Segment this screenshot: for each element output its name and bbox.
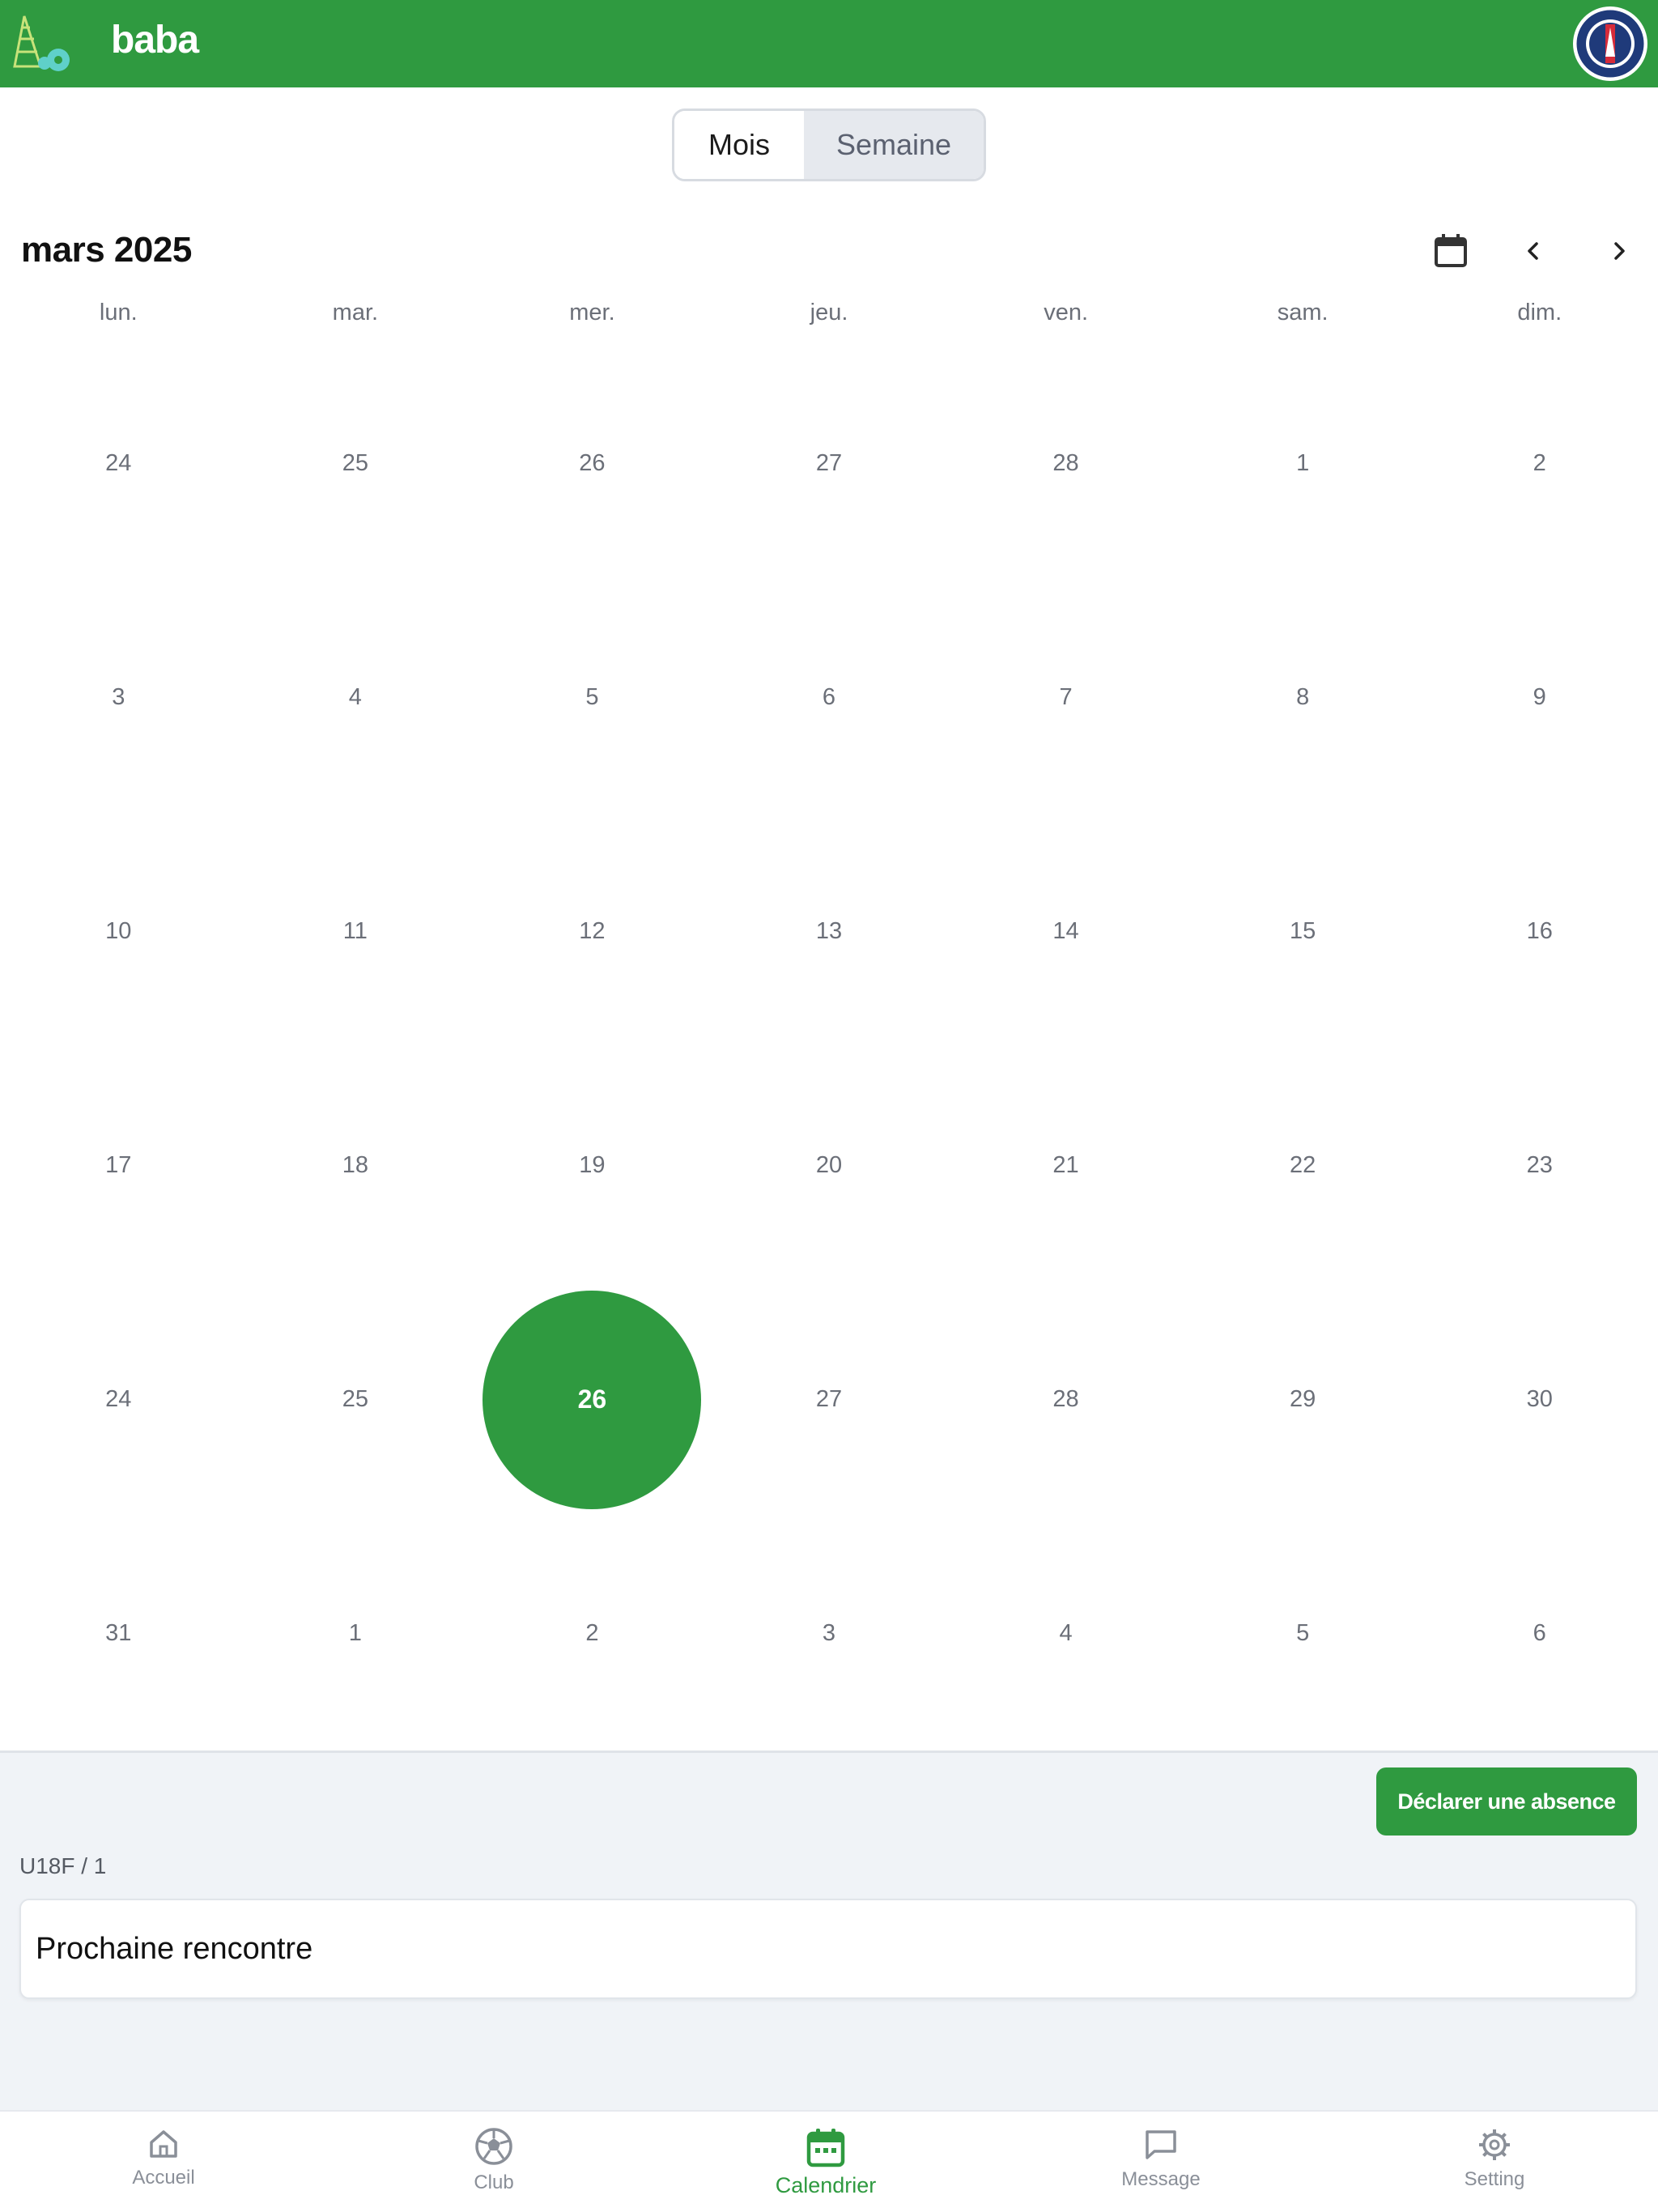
net-and-football-logo-icon [13, 15, 70, 71]
football-icon [475, 2128, 512, 2165]
calendar-day-today[interactable]: 26 [474, 1283, 711, 1516]
chevron-right-icon [1614, 242, 1625, 260]
today-day-number: 26 [577, 1385, 607, 1414]
weekday-label: jeu. [810, 300, 848, 325]
nav-item-accueil[interactable]: Accueil [83, 2126, 244, 2189]
calendar-day[interactable]: 20 [711, 1049, 948, 1283]
nav-label: Club [474, 2172, 514, 2193]
nav-label: Accueil [132, 2167, 195, 2189]
bottom-navigation: Accueil Club Calendrier Message Setting [0, 2110, 1658, 2212]
calendar-day[interactable]: 3 [711, 1516, 948, 1750]
calendar-day[interactable]: 25 [237, 347, 474, 581]
nav-item-setting[interactable]: Setting [1414, 2126, 1575, 2191]
calendar-day[interactable]: 26 [474, 347, 711, 581]
calendar-day[interactable]: 2 [474, 1516, 711, 1750]
calendar-day[interactable]: 14 [947, 815, 1184, 1049]
nav-item-club[interactable]: Club [413, 2126, 575, 2194]
next-month-button[interactable] [1595, 227, 1643, 275]
month-view-button[interactable]: Mois [674, 111, 804, 179]
home-icon [150, 2130, 177, 2158]
calendar-day[interactable]: 17 [0, 1049, 237, 1283]
events-panel: Déclarer une absence U18F / 1 Prochaine … [0, 1750, 1658, 2110]
club-crest-avatar[interactable] [1573, 6, 1647, 81]
calendar-day[interactable]: 7 [947, 581, 1184, 815]
calendar-day[interactable]: 10 [0, 815, 237, 1049]
calendar-day[interactable]: 9 [1421, 581, 1658, 815]
calendar-day[interactable]: 4 [237, 581, 474, 815]
calendar-day[interactable]: 1 [237, 1516, 474, 1750]
calendar-day[interactable]: 23 [1421, 1049, 1658, 1283]
gear-icon [1479, 2129, 1510, 2160]
calendar-grid: 24 25 26 27 28 1 2 3 4 5 6 7 8 9 10 11 1… [0, 347, 1658, 1750]
calendar-day[interactable]: 5 [1184, 1516, 1422, 1750]
calendar-day[interactable]: 18 [237, 1049, 474, 1283]
nav-item-calendrier[interactable]: Calendrier [745, 2126, 907, 2198]
nav-label: Setting [1464, 2168, 1525, 2190]
team-label: U18F / 1 [19, 1853, 107, 1878]
calendar-day[interactable]: 28 [947, 1283, 1184, 1516]
calendar-day[interactable]: 24 [0, 1283, 237, 1516]
weekday-header: lun. mar. mer. jeu. ven. sam. dim. [0, 300, 1658, 332]
calendar-day[interactable]: 2 [1421, 347, 1658, 581]
calendar-icon [1435, 234, 1467, 267]
weekday-label: lun. [99, 300, 138, 325]
calendar-day[interactable]: 28 [947, 347, 1184, 581]
calendar-day[interactable]: 12 [474, 815, 711, 1049]
calendar-day[interactable]: 30 [1421, 1283, 1658, 1516]
message-icon [1146, 2130, 1176, 2159]
calendar-day[interactable]: 27 [711, 1283, 948, 1516]
calendar-day[interactable]: 8 [1184, 581, 1422, 815]
calendar-day[interactable]: 13 [711, 815, 948, 1049]
club-crest-icon [1574, 7, 1647, 80]
next-match-title: Prochaine rencontre [36, 1931, 313, 1966]
weekday-label: mer. [569, 300, 615, 325]
weekday-label: sam. [1277, 300, 1329, 325]
calendar-day[interactable]: 3 [0, 581, 237, 815]
calendar-day[interactable]: 21 [947, 1049, 1184, 1283]
calendar-day[interactable]: 24 [0, 347, 237, 581]
view-toggle: Mois Semaine [672, 108, 986, 181]
calendar-day[interactable]: 1 [1184, 347, 1422, 581]
calendar-day[interactable]: 22 [1184, 1049, 1422, 1283]
nav-label: Calendrier [775, 2173, 877, 2197]
calendar-day[interactable]: 29 [1184, 1283, 1422, 1516]
weekday-label: mar. [332, 300, 379, 325]
nav-item-message[interactable]: Message [1080, 2126, 1242, 2191]
calendar-day[interactable]: 31 [0, 1516, 237, 1750]
week-view-button[interactable]: Semaine [804, 111, 984, 179]
nav-label: Message [1121, 2168, 1201, 2190]
month-title: mars 2025 [21, 230, 192, 270]
next-match-card[interactable]: Prochaine rencontre [19, 1899, 1637, 1999]
chevron-left-icon [1528, 242, 1538, 260]
app-name: baba [111, 19, 199, 62]
calendar-day[interactable]: 16 [1421, 815, 1658, 1049]
calendar-day[interactable]: 27 [711, 347, 948, 581]
calendar-day[interactable]: 15 [1184, 815, 1422, 1049]
calendar-day[interactable]: 6 [1421, 1516, 1658, 1750]
declare-absence-button[interactable]: Déclarer une absence [1376, 1767, 1637, 1836]
app-header: baba [0, 0, 1658, 87]
calendar-day[interactable]: 5 [474, 581, 711, 815]
weekday-label: ven. [1044, 300, 1089, 325]
calendar-day[interactable]: 4 [947, 1516, 1184, 1750]
calendar-icon [806, 2129, 845, 2167]
calendar-picker-button[interactable] [1426, 227, 1475, 275]
weekday-label: dim. [1517, 300, 1562, 325]
calendar-day[interactable]: 6 [711, 581, 948, 815]
calendar-day[interactable]: 11 [237, 815, 474, 1049]
calendar-day[interactable]: 19 [474, 1049, 711, 1283]
previous-month-button[interactable] [1509, 227, 1558, 275]
calendar-day[interactable]: 25 [237, 1283, 474, 1516]
